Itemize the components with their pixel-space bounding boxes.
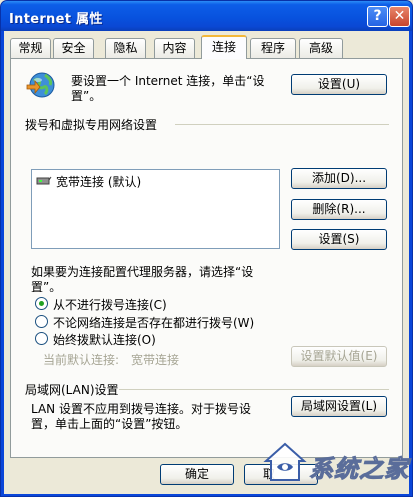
current-default-label: 当前默认连接: <box>43 353 120 367</box>
radio-dial-whenever[interactable] <box>35 315 48 328</box>
option-always-dial-label[interactable]: 始终拨默认连接(O) <box>53 331 156 348</box>
lan-description-line2: 置，单击上面的“设置”按钮。 <box>31 417 188 431</box>
tab-privacy[interactable]: 隐私 <box>105 38 146 58</box>
close-button[interactable]: ✕ <box>389 6 410 27</box>
internet-properties-window: Internet 属性 ? ✕ 常规 安全 隐私 内容 连接 程序 高级 要设置… <box>0 0 413 497</box>
dialup-group-title: 拨号和虚拟专用网络设置 <box>25 118 158 132</box>
group-divider <box>175 124 389 125</box>
lan-settings-button[interactable]: 局域网设置(L) <box>291 396 387 417</box>
globe-network-icon <box>26 72 55 98</box>
group-divider <box>119 389 389 390</box>
connection-list[interactable]: 宽带连接 (默认) <box>31 169 280 249</box>
watermark: 系统之家 <box>263 435 409 491</box>
tab-general[interactable]: 常规 <box>10 38 51 58</box>
tab-security[interactable]: 安全 <box>53 38 94 58</box>
remove-button[interactable]: 删除(R)... <box>291 199 387 220</box>
lan-group-title: 局域网(LAN)设置 <box>25 383 119 397</box>
tab-connections[interactable]: 连接 <box>201 35 247 59</box>
title-bar[interactable]: Internet 属性 ? ✕ <box>1 1 412 31</box>
add-button[interactable]: 添加(D)... <box>291 168 387 189</box>
radio-never-dial[interactable] <box>35 297 48 310</box>
option-never-dial-label[interactable]: 从不进行拨号连接(C) <box>53 296 167 313</box>
tab-content[interactable]: 内容 <box>154 38 195 58</box>
ok-button[interactable]: 确定 <box>160 464 234 485</box>
setup-button[interactable]: 设置(U) <box>291 74 387 95</box>
connection-name: 宽带连接 (默认) <box>56 175 142 189</box>
dialup-settings-button[interactable]: 设置(S) <box>291 229 387 250</box>
connections-panel: 要设置一个 Internet 连接，单击“设 置”。 设置(U) 拨号和虚拟专用… <box>10 58 403 458</box>
radio-selected-dot <box>39 301 44 306</box>
tab-programs[interactable]: 程序 <box>250 38 296 58</box>
current-default-value: 宽带连接 <box>131 353 180 367</box>
dialog-body: 常规 安全 隐私 内容 连接 程序 高级 要设置一个 Internet 连接，单… <box>4 31 409 494</box>
house-logo-icon <box>263 442 307 481</box>
broadband-connection-icon <box>36 176 52 185</box>
help-button[interactable]: ? <box>367 6 388 27</box>
radio-always-dial-default[interactable] <box>35 332 48 345</box>
window-title: Internet 属性 <box>9 12 103 27</box>
set-default-button[interactable]: 设置默认值(E) <box>291 346 387 367</box>
tab-advanced[interactable]: 高级 <box>299 38 343 58</box>
watermark-text: 系统之家 <box>309 455 409 484</box>
proxy-note-line2: 置”。 <box>31 280 62 294</box>
proxy-note-line1: 如果要为连接配置代理服务器，请选择“设 <box>31 265 254 279</box>
option-dial-whenever-label[interactable]: 不论网络连接是否存在都进行拨号(W) <box>53 314 254 331</box>
setup-description-line2: 置”。 <box>71 89 102 103</box>
